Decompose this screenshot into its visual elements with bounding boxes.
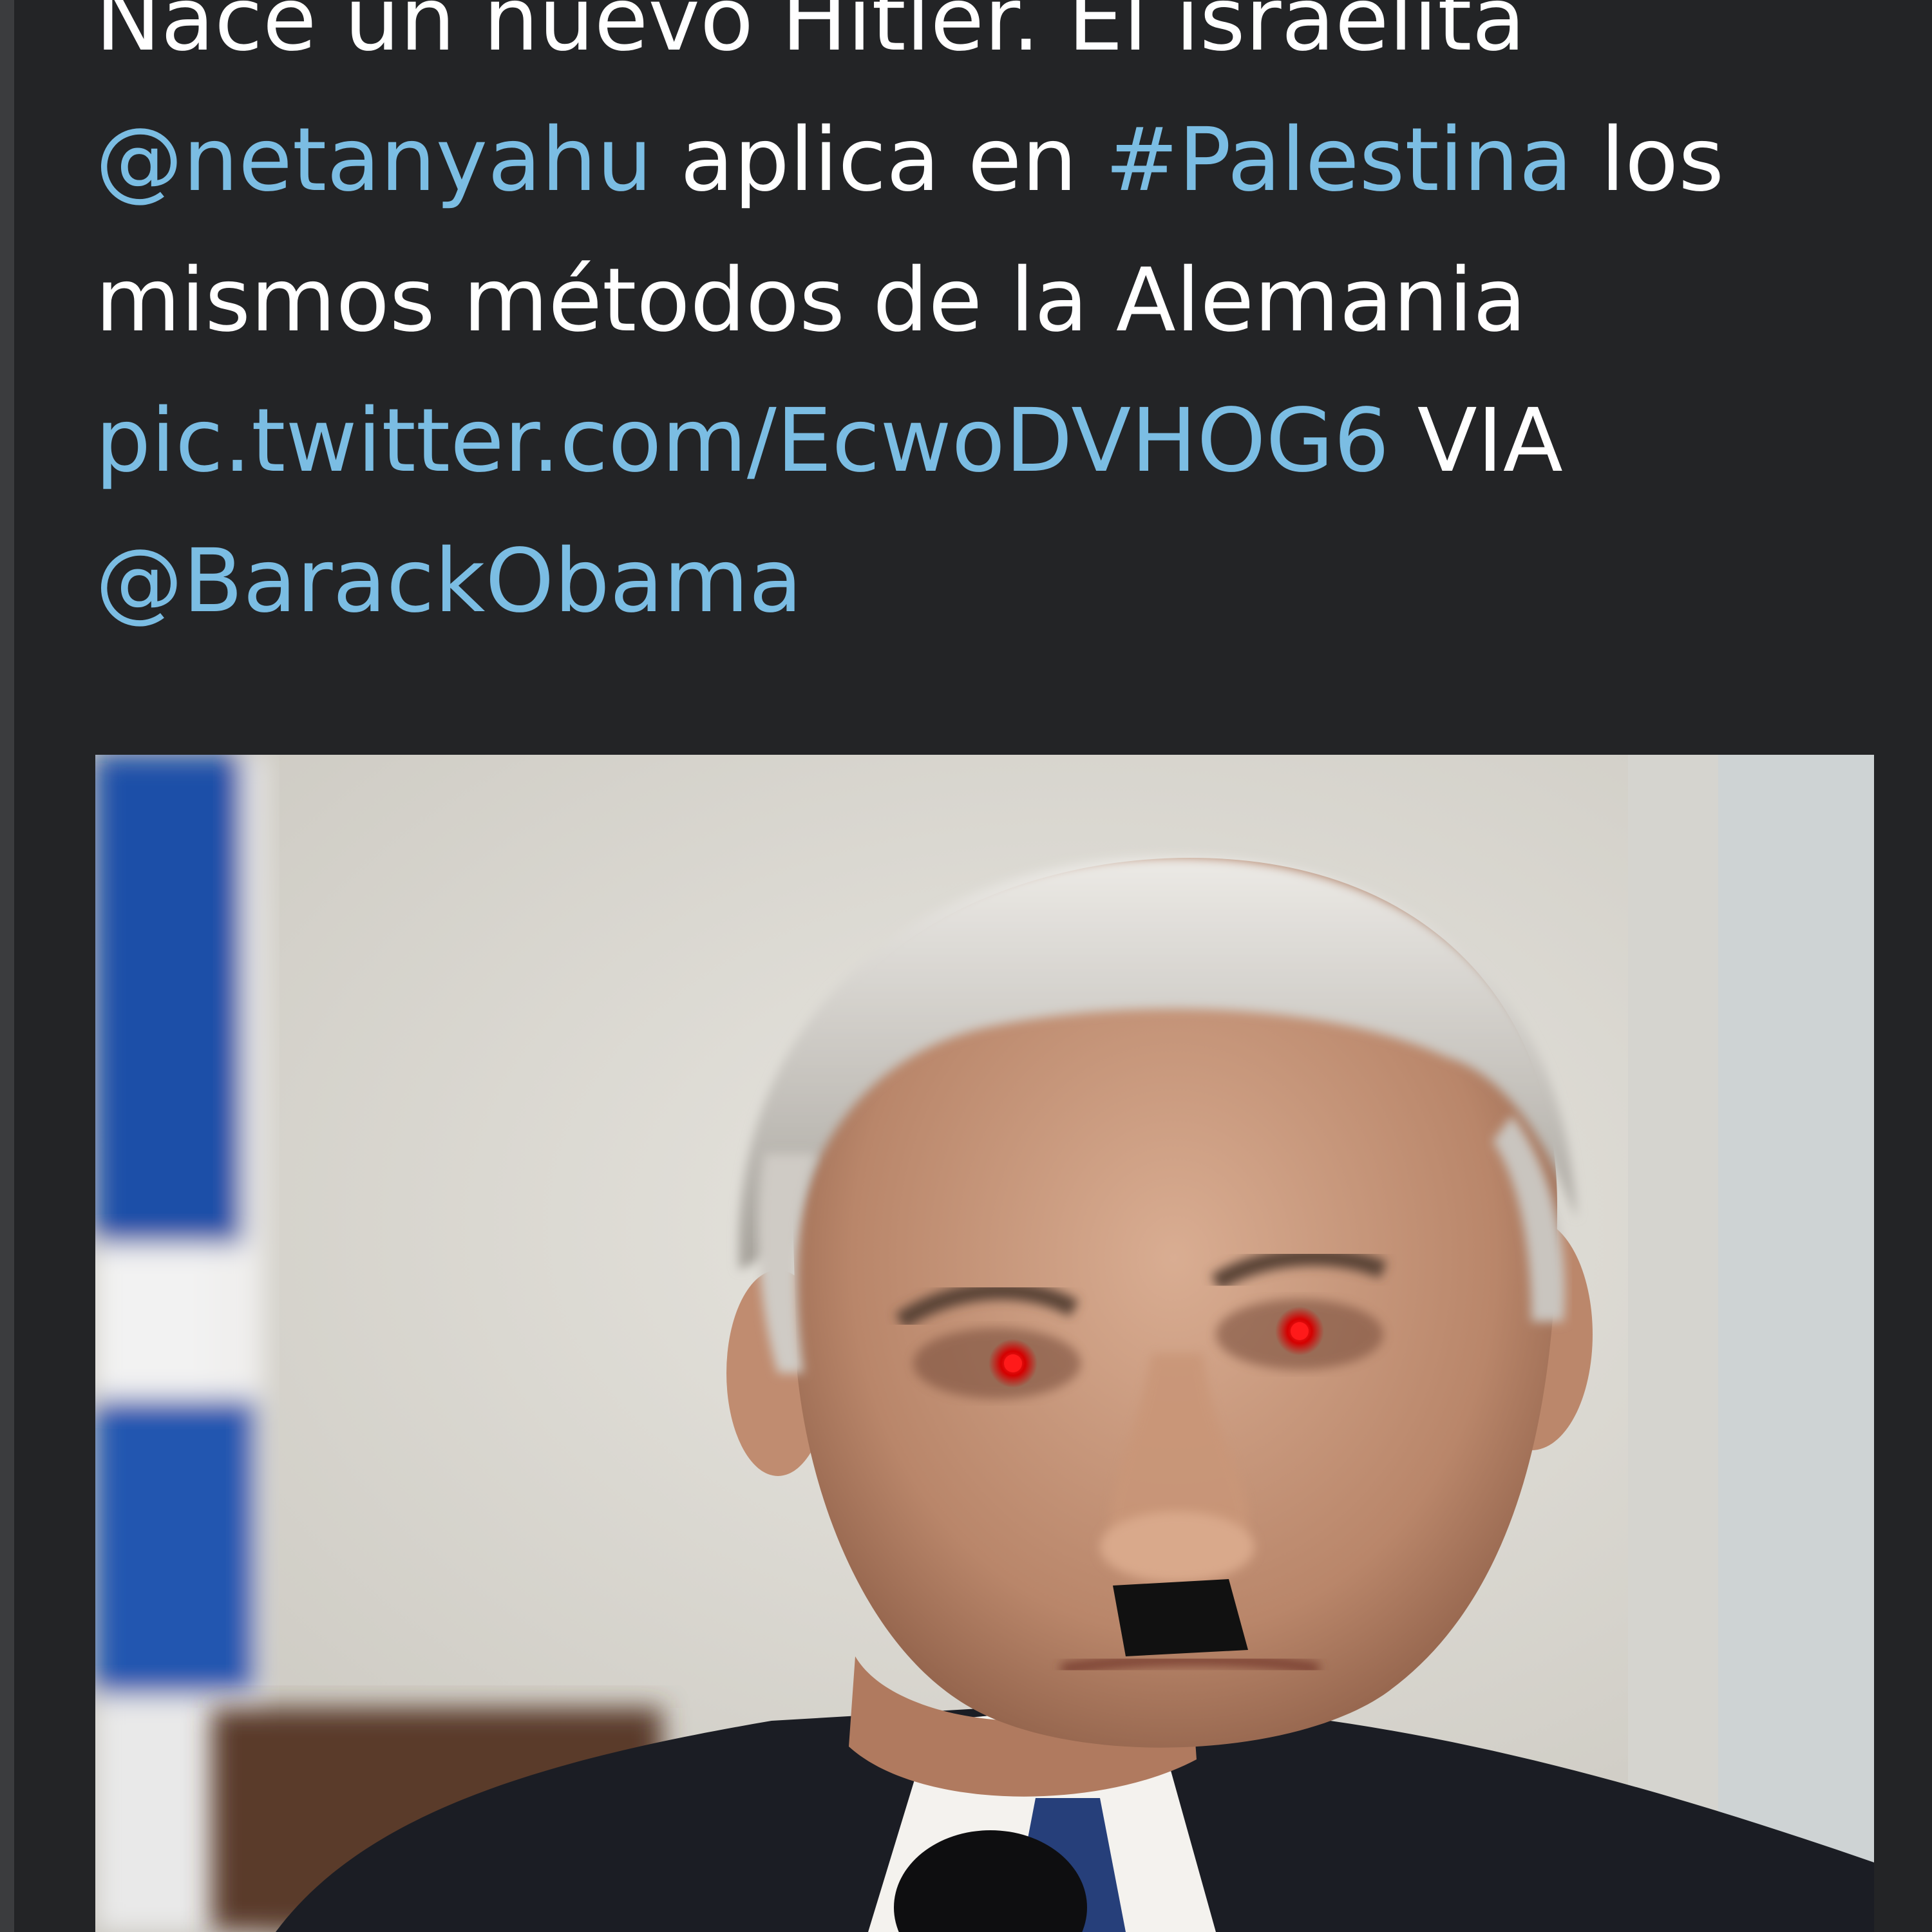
tweet-text: Nace un nuevo Hitler. El israelita @netan…: [95, 0, 1899, 652]
hashtag-link[interactable]: #Palestina: [1105, 109, 1573, 211]
tweet-text-segment: aplica en: [652, 109, 1105, 211]
tweet-photo[interactable]: [95, 755, 1874, 1932]
mention-link[interactable]: @BarackObama: [95, 531, 802, 632]
tweet-line: Nace un nuevo Hitler. El israelita: [95, 0, 1899, 90]
photo-illustration: [95, 755, 1874, 1932]
left-border: [0, 0, 14, 1932]
pic-link[interactable]: pic.twitter.com/EcwoDVHOG6: [95, 390, 1389, 492]
tweet-line: mismos métodos de la Alemania: [95, 231, 1899, 371]
mention-link[interactable]: @netanyahu: [95, 109, 652, 211]
tweet-line: pic.twitter.com/EcwoDVHOG6 VIA: [95, 371, 1899, 511]
tweet-line: @netanyahu aplica en #Palestina los: [95, 90, 1899, 231]
tweet-text-segment: Nace un nuevo Hitler. El israelita: [95, 0, 1526, 71]
tweet-view: Nace un nuevo Hitler. El israelita @netan…: [0, 0, 1932, 1932]
tweet-text-segment: VIA: [1389, 390, 1563, 492]
tweet-line: @BarackObama: [95, 511, 1899, 652]
tweet-text-segment: los: [1573, 109, 1725, 211]
tweet-text-segment: mismos métodos de la Alemania: [95, 250, 1527, 352]
